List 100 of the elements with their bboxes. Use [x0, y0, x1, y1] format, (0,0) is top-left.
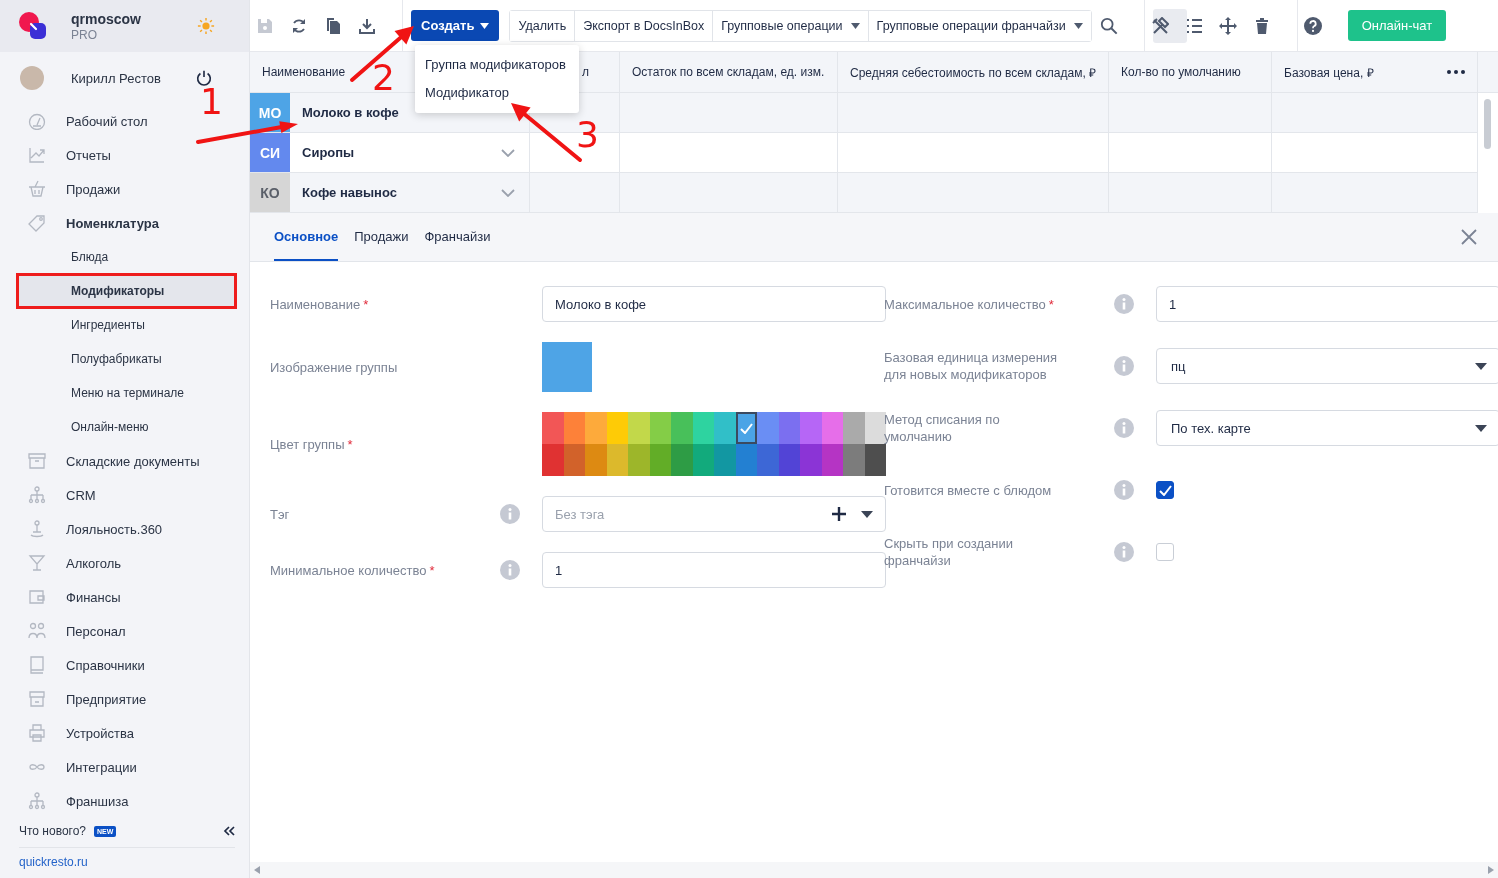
whats-new-link[interactable]: Что нового? [19, 824, 87, 838]
tab[interactable]: Основное [274, 213, 339, 261]
color-swatch[interactable] [778, 444, 800, 476]
plus-icon[interactable] [831, 506, 847, 522]
nav-item[interactable]: Рабочий стол [28, 112, 148, 130]
right-arrow-icon[interactable] [1488, 866, 1494, 874]
nav-item[interactable]: Интеграции [28, 758, 137, 776]
color-swatch[interactable] [649, 412, 671, 444]
color-swatch[interactable] [800, 412, 822, 444]
more-icon[interactable] [1447, 70, 1465, 74]
nav-item[interactable]: Устройства [28, 724, 134, 742]
info-icon[interactable] [1114, 356, 1134, 376]
nav-item[interactable]: Персонал [28, 622, 126, 640]
website-link[interactable]: quickresto.ru [19, 848, 235, 878]
nav-subitem[interactable]: Полуфабрикаты [17, 342, 236, 376]
nav-subitem[interactable]: Ингредиенты [17, 308, 236, 342]
toolbar-button[interactable]: Удалить [510, 10, 576, 41]
caret-icon [1073, 22, 1083, 29]
tag-icon [28, 214, 46, 232]
create-button[interactable]: Создать [411, 10, 500, 41]
nav-item[interactable]: Справочники [28, 656, 145, 674]
annotation-number: 1 [200, 84, 223, 120]
select-field[interactable]: пц [1156, 348, 1498, 384]
person-icon [28, 520, 46, 538]
color-swatch[interactable] [563, 412, 585, 444]
column-header: Средняя себестоимость по всем складам, ₽ [838, 52, 1109, 93]
info-icon[interactable] [500, 504, 520, 524]
caret-icon[interactable] [861, 510, 873, 518]
color-swatch[interactable] [585, 444, 607, 476]
nav-item[interactable]: Финансы [28, 588, 121, 606]
color-swatch[interactable] [821, 412, 843, 444]
search-icon [1099, 16, 1118, 35]
nav-item[interactable]: Продажи [28, 180, 121, 198]
nav-item[interactable]: Предприятие [28, 690, 147, 708]
color-swatch[interactable] [735, 444, 757, 476]
tab[interactable]: Франчайзи [424, 213, 491, 261]
nav-item[interactable]: Франшиза [28, 792, 129, 810]
color-swatch[interactable] [563, 444, 585, 476]
nav-subitem[interactable]: Блюда [17, 240, 236, 274]
nav-subitem[interactable]: Модификаторы [17, 274, 236, 308]
color-swatch[interactable] [671, 412, 693, 444]
text-field[interactable]: Молоко в кофе [542, 286, 886, 322]
color-swatch[interactable] [585, 412, 607, 444]
color-swatch[interactable] [628, 412, 650, 444]
color-swatch[interactable] [714, 444, 736, 476]
select-field[interactable]: По тех. карте [1156, 410, 1498, 446]
color-swatch[interactable] [843, 412, 865, 444]
info-icon[interactable] [500, 560, 520, 580]
color-swatch[interactable] [843, 444, 865, 476]
text-field[interactable]: 1 [1156, 286, 1498, 322]
color-swatch[interactable] [671, 444, 693, 476]
color-swatch[interactable] [692, 444, 714, 476]
power-icon[interactable] [195, 69, 213, 87]
color-swatch[interactable] [542, 412, 564, 444]
nav-item[interactable]: Отчеты [28, 146, 111, 164]
scrollbar-thumb[interactable] [1484, 99, 1491, 149]
chevron-icon[interactable] [501, 188, 515, 197]
color-swatch[interactable] [542, 444, 564, 476]
checkbox[interactable] [1156, 481, 1174, 499]
color-swatch[interactable] [757, 444, 779, 476]
toolbar-icon-button[interactable] [1152, 8, 1187, 43]
color-swatch[interactable] [778, 412, 800, 444]
color-swatch[interactable] [714, 412, 736, 444]
nav-item[interactable]: CRM [28, 486, 96, 504]
nav-item[interactable]: Алкоголь [28, 554, 122, 572]
info-icon[interactable] [1114, 480, 1134, 500]
row-name[interactable]: Сиропы [302, 145, 501, 160]
book-icon [28, 656, 46, 674]
info-icon[interactable] [1114, 294, 1134, 314]
color-swatch[interactable] [649, 444, 671, 476]
color-swatch[interactable] [757, 412, 779, 444]
sun-icon[interactable] [197, 17, 215, 35]
row-name[interactable]: Кофе навынос [302, 185, 501, 200]
caret-icon [1475, 424, 1487, 432]
nav-item[interactable]: Лояльность.360 [28, 520, 163, 538]
caret-icon [480, 22, 490, 29]
nav-subitem[interactable]: Меню на терминале [17, 376, 236, 410]
nav-subitem[interactable]: Онлайн-меню [17, 410, 236, 444]
horizontal-scrollbar[interactable] [250, 862, 1498, 878]
info-icon[interactable] [1114, 542, 1134, 562]
color-swatch[interactable] [628, 444, 650, 476]
printer-icon [28, 724, 46, 742]
color-swatch[interactable] [864, 444, 886, 476]
chevron-icon[interactable] [501, 148, 515, 157]
hierarchy-icon [28, 486, 46, 504]
color-swatch[interactable] [692, 412, 714, 444]
color-swatch[interactable] [800, 444, 822, 476]
tab[interactable]: Продажи [354, 213, 409, 261]
nav-item[interactable]: Номенклатура [28, 214, 159, 232]
color-swatch[interactable] [606, 412, 628, 444]
info-icon[interactable] [1114, 418, 1134, 438]
image-thumbnail[interactable] [542, 342, 592, 392]
color-swatch[interactable] [821, 444, 843, 476]
left-arrow-icon[interactable] [254, 866, 260, 874]
color-swatch[interactable] [864, 412, 886, 444]
nav-item[interactable]: Складские документы [28, 452, 200, 470]
close-icon[interactable] [1461, 229, 1477, 245]
collapse-icon[interactable] [223, 826, 235, 836]
color-swatch[interactable] [735, 412, 757, 444]
color-swatch[interactable] [606, 444, 628, 476]
